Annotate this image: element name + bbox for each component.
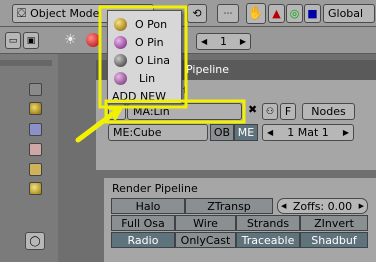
annotation-arrow [75,107,121,143]
annotation-ma-field-box [104,99,246,124]
annotation-box [98,5,188,109]
annotation-overlay [75,5,246,143]
